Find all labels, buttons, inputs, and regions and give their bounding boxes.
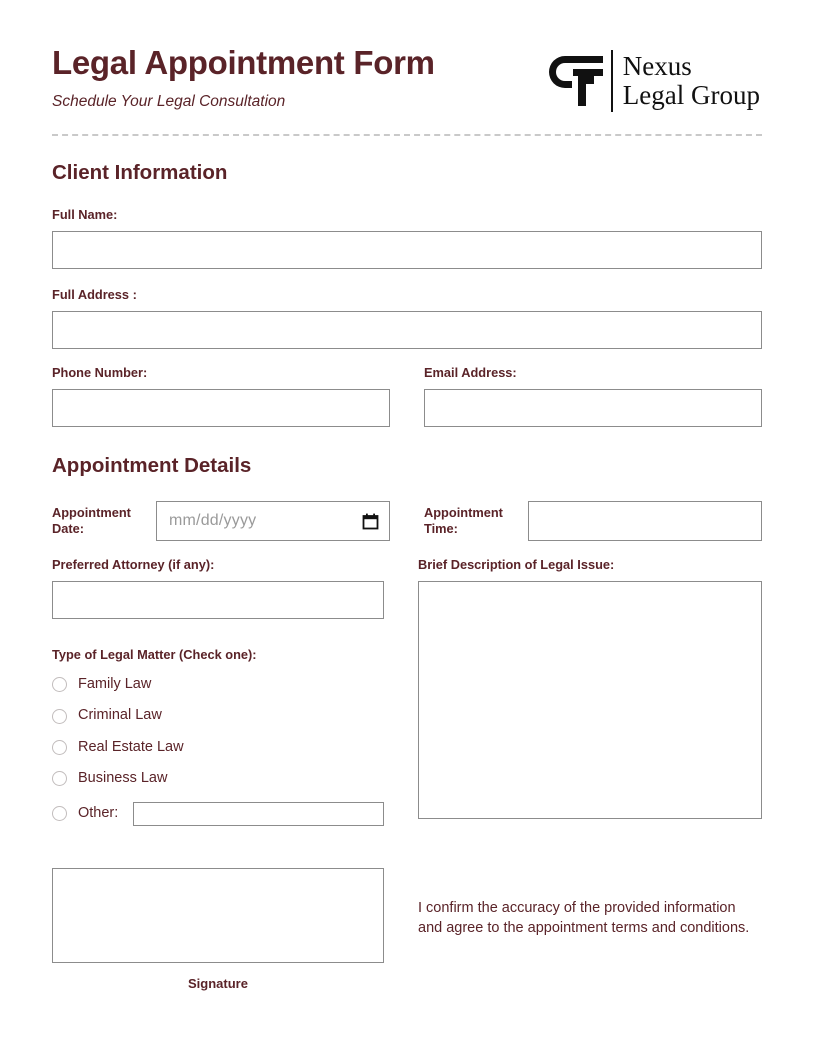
radio-option-business-law[interactable]: Business Law	[52, 770, 384, 787]
legal-matter-column: Preferred Attorney (if any): Type of Leg…	[52, 557, 384, 840]
legal-issue-description-label: Brief Description of Legal Issue:	[418, 557, 615, 573]
contact-row: Phone Number: Email Address:	[52, 365, 762, 427]
signature-column: Signature	[52, 867, 384, 991]
preferred-attorney-label: Preferred Attorney (if any):	[52, 557, 215, 573]
calendar-icon[interactable]	[362, 513, 379, 530]
attorney-description-row: Preferred Attorney (if any): Type of Leg…	[52, 557, 762, 840]
logo-line-2: Legal Group	[622, 80, 760, 110]
appointment-date-placeholder: mm/dd/yyyy	[169, 512, 257, 530]
full-name-input[interactable]	[52, 230, 762, 269]
preferred-attorney-input[interactable]	[52, 581, 384, 620]
section-title-client-information: Client Information	[52, 161, 228, 184]
radio-icon[interactable]	[52, 708, 67, 724]
header-divider	[52, 134, 762, 136]
radio-option-real-estate-law[interactable]: Real Estate Law	[52, 739, 384, 756]
radio-label-other: Other:	[78, 804, 119, 821]
appointment-time-label: Appointment Time:	[424, 505, 503, 537]
appointment-time-input[interactable]	[528, 501, 762, 542]
phone-number-input[interactable]	[52, 388, 390, 427]
email-address-input[interactable]	[424, 388, 762, 427]
radio-label: Business Law	[78, 770, 168, 787]
legal-matter-label: Type of Legal Matter (Check one):	[52, 647, 257, 663]
description-column: Brief Description of Legal Issue:	[418, 557, 762, 820]
field-appointment-time: Appointment Time:	[424, 501, 762, 542]
full-address-input[interactable]	[52, 310, 762, 349]
field-email-address: Email Address:	[424, 365, 762, 427]
header-text-block: Legal Appointment Form Schedule Your Leg…	[52, 44, 435, 111]
form-header: Legal Appointment Form Schedule Your Leg…	[52, 44, 762, 112]
form-page: Legal Appointment Form Schedule Your Leg…	[0, 0, 816, 1056]
page-title: Legal Appointment Form	[52, 44, 435, 81]
radio-icon[interactable]	[52, 677, 67, 693]
field-appointment-date: Appointment Date: mm/dd/yyyy	[52, 501, 390, 542]
phone-number-label: Phone Number:	[52, 364, 148, 380]
radio-option-other[interactable]: Other:	[52, 801, 384, 826]
appointment-date-label: Appointment Date:	[52, 505, 131, 537]
radio-option-family-law[interactable]: Family Law	[52, 676, 384, 693]
logo-line-1: Nexus	[622, 50, 692, 81]
full-address-label: Full Address :	[52, 286, 137, 302]
appointment-datetime-row: Appointment Date: mm/dd/yyyy Appointment…	[52, 501, 762, 542]
email-address-label: Email Address:	[424, 364, 517, 380]
radio-label: Criminal Law	[78, 707, 162, 724]
legal-column-mark-icon	[548, 56, 603, 106]
page-subtitle: Schedule Your Legal Consultation	[52, 92, 286, 110]
field-full-address: Full Address :	[52, 287, 762, 349]
radio-label: Family Law	[78, 676, 152, 693]
logo-divider-rule	[610, 50, 613, 112]
full-name-label: Full Name:	[52, 206, 118, 222]
signature-box[interactable]	[52, 867, 384, 963]
logo-wordmark: Nexus Legal Group	[622, 50, 760, 110]
field-full-name: Full Name:	[52, 207, 762, 269]
radio-icon[interactable]	[52, 740, 67, 755]
radio-option-criminal-law[interactable]: Criminal Law	[52, 707, 384, 724]
confirmation-text: I confirm the accuracy of the provided i…	[418, 899, 750, 937]
radio-icon[interactable]	[52, 806, 67, 822]
appointment-date-input[interactable]: mm/dd/yyyy	[156, 501, 390, 542]
company-logo: Nexus Legal Group	[545, 44, 760, 112]
confirmation-column: I confirm the accuracy of the provided i…	[418, 868, 762, 939]
legal-issue-description-textarea[interactable]	[418, 581, 762, 820]
field-phone-number: Phone Number:	[52, 365, 390, 427]
radio-label: Real Estate Law	[78, 738, 184, 755]
radio-icon[interactable]	[52, 771, 67, 787]
signature-confirmation-row: Signature I confirm the accuracy of the …	[52, 867, 762, 991]
other-legal-matter-input[interactable]	[133, 801, 384, 826]
signature-caption: Signature	[188, 975, 248, 991]
section-title-appointment-details: Appointment Details	[52, 453, 252, 477]
